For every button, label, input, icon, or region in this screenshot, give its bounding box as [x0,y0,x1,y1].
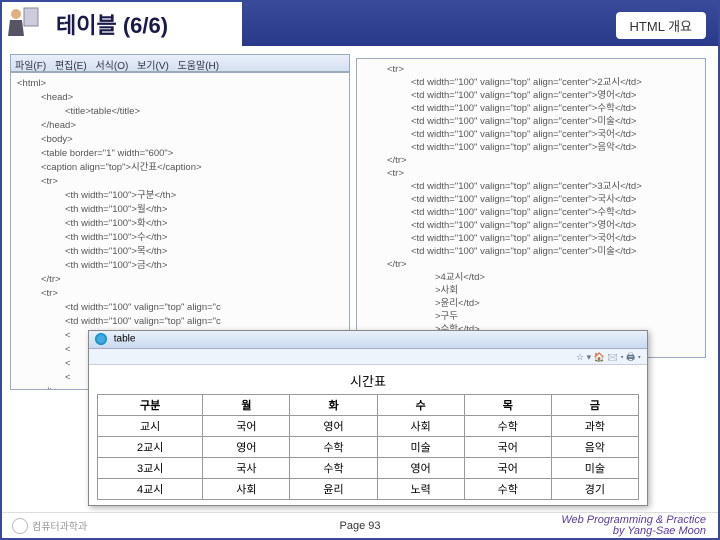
code-panel-right: <tr><td width="100" valign="top" align="… [356,58,706,358]
footer-logo: 컴퓨터과학과 [12,518,87,534]
table-header: 금 [551,395,638,416]
timetable: 구분월화수목금교시국어영어사회수학과학2교시영어수학미술국어음악3교시국사수학영… [97,394,639,500]
ie-icon [95,333,107,345]
footer-credit: Web Programming & Practice by Yang-Sae M… [561,515,706,537]
table-header: 월 [203,395,290,416]
university-seal-icon [12,518,28,534]
browser-titlebar: table [89,331,647,349]
table-row: 3교시국사수학영어국어미술 [98,458,639,479]
slide-title: 테이블 (6/6) [56,8,176,40]
browser-toolbar: ☆ ▾ 🏠 🖂 ▾ 🖨 ▾ [89,349,647,365]
table-header: 화 [290,395,377,416]
browser-tab-title: table [114,334,136,345]
lecturer-icon [2,2,46,46]
table-row: 2교시영어수학미술국어음악 [98,437,639,458]
table-header: 수 [377,395,464,416]
slide-tag: HTML 개요 [616,12,706,39]
page-number: Page 93 [340,520,381,532]
table-row: 교시국어영어사회수학과학 [98,416,639,437]
table-header: 구분 [98,395,203,416]
table-caption: 시간표 [97,371,639,390]
table-header: 목 [464,395,551,416]
browser-preview: table ☆ ▾ 🏠 🖂 ▾ 🖨 ▾ 시간표 구분월화수목금교시국어영어사회수… [88,330,648,506]
notepad-menubar: 파일(F) 편집(E) 서식(O) 보기(V) 도움말(H) [10,54,350,72]
table-row: 4교시사회윤리노력수학경기 [98,479,639,500]
